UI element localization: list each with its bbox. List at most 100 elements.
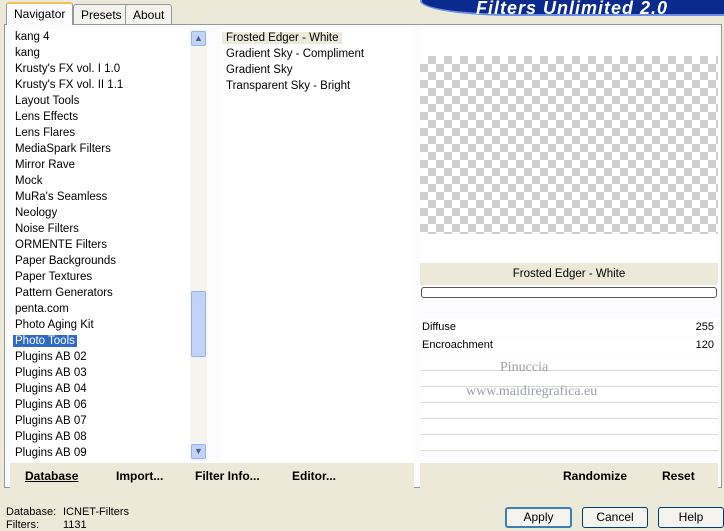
category-label: Paper Backgrounds [15, 255, 117, 267]
scroll-down-icon[interactable]: ▼ [191, 444, 206, 459]
param-slot-empty [420, 355, 718, 371]
category-label: Plugins AB 08 [15, 431, 87, 443]
status-database-value: ICNET-Filters [63, 506, 129, 518]
category-item[interactable]: Plugins AB 08 [12, 429, 190, 445]
param-encroachment[interactable]: Encroachment 120 [420, 337, 718, 354]
import-button[interactable]: Import... [116, 469, 163, 483]
category-label: Noise Filters [15, 223, 79, 235]
category-item[interactable]: Neology [12, 205, 190, 221]
category-item[interactable]: penta.com [12, 301, 190, 317]
category-item[interactable]: Photo Aging Kit [12, 317, 190, 333]
category-item[interactable]: MuRa's Seamless [12, 189, 190, 205]
category-item[interactable]: Layout Tools [12, 93, 190, 109]
category-list[interactable]: kang 4 kang Krusty's FX vol. I 1.0 Krusty's… [12, 29, 190, 461]
editor-button[interactable]: Editor... [292, 469, 336, 483]
category-label: Lens Effects [15, 111, 79, 123]
tab-label: Presets [81, 8, 122, 22]
filter-item[interactable]: Gradient Sky - Compliment [220, 46, 414, 62]
filter-item[interactable]: Gradient Sky [220, 62, 414, 78]
database-label: Database [25, 469, 79, 483]
category-item[interactable]: Paper Textures [12, 269, 190, 285]
category-item[interactable]: Krusty's FX vol. II 1.1 [12, 77, 190, 93]
category-item[interactable]: Plugins AB 09 [12, 445, 190, 461]
category-item[interactable]: Photo Tools [12, 333, 190, 349]
filter-item[interactable]: Transparent Sky - Bright [220, 78, 414, 94]
param-slot-empty [420, 435, 718, 451]
category-label: kang [15, 47, 40, 59]
category-item[interactable]: Krusty's FX vol. I 1.0 [12, 61, 190, 77]
filter-list[interactable]: Frosted Edger - White Gradient Sky - Comp… [220, 29, 414, 462]
category-label: Plugins AB 04 [15, 383, 87, 395]
category-label: Plugins AB 09 [15, 447, 87, 459]
status-filters-label: Filters: [6, 519, 39, 531]
param-value: 120 [695, 339, 714, 351]
database-button[interactable]: Database [25, 469, 78, 483]
scroll-up-icon[interactable]: ▲ [191, 31, 206, 46]
category-item[interactable]: Plugins AB 02 [12, 349, 190, 365]
category-label: Mirror Rave [15, 159, 76, 171]
category-item[interactable]: Plugins AB 04 [12, 381, 190, 397]
category-item[interactable]: Plugins AB 06 [12, 397, 190, 413]
param-diffuse[interactable]: Diffuse 255 [420, 319, 718, 336]
filter-label: Gradient Sky - Compliment [226, 48, 365, 60]
category-item[interactable]: Lens Effects [12, 109, 190, 125]
filter-label: Gradient Sky [226, 64, 293, 76]
category-label: ORMENTE Filters [15, 239, 107, 251]
category-item[interactable]: kang 4 [12, 29, 190, 45]
scroll-thumb[interactable] [191, 291, 206, 357]
category-label: kang 4 [15, 31, 50, 43]
tab-about[interactable]: About [125, 4, 173, 24]
tab-label: About [133, 8, 165, 22]
filter-item[interactable]: Frosted Edger - White [220, 30, 414, 46]
watermark-line1: Pinuccia [500, 360, 549, 375]
app-banner: Filters Unlimited 2.0 [420, 0, 724, 18]
category-item[interactable]: Mirror Rave [12, 157, 190, 173]
category-item[interactable]: Mock [12, 173, 190, 189]
category-label: Paper Textures [15, 271, 93, 283]
tab-navigator[interactable]: Navigator [6, 2, 74, 25]
category-label: penta.com [15, 303, 69, 315]
param-name: Encroachment [422, 339, 493, 351]
help-button[interactable]: Help [658, 507, 724, 528]
category-item[interactable]: Plugins AB 07 [12, 413, 190, 429]
preview-image [420, 56, 718, 234]
filter-info-button[interactable]: Filter Info... [195, 469, 260, 483]
category-label: MuRa's Seamless [15, 191, 108, 203]
import-label: Import... [116, 469, 164, 483]
category-label: Photo Aging Kit [15, 319, 94, 331]
app-title: Filters Unlimited 2.0 [476, 0, 669, 18]
category-scrollbar[interactable]: ▲ ▼ [190, 29, 207, 461]
filter-info-label: Filter Info... [195, 469, 260, 483]
category-label: Lens Flares [15, 127, 76, 139]
category-label: Pattern Generators [15, 287, 113, 299]
cancel-button[interactable]: Cancel [582, 507, 648, 528]
category-label: Plugins AB 03 [15, 367, 87, 379]
tab-presets[interactable]: Presets [73, 4, 130, 24]
category-item[interactable]: kang [12, 45, 190, 61]
editor-label: Editor... [292, 469, 337, 483]
category-item[interactable]: Paper Backgrounds [12, 253, 190, 269]
category-item[interactable]: ORMENTE Filters [12, 237, 190, 253]
category-label: Mock [15, 175, 43, 187]
status-filters-value: 1131 [63, 519, 87, 531]
category-item[interactable]: Plugins AB 03 [12, 365, 190, 381]
filter-label: Transparent Sky - Bright [226, 80, 351, 92]
param-slot-empty [420, 419, 718, 435]
category-label: Plugins AB 06 [15, 399, 87, 411]
apply-button[interactable]: Apply [505, 507, 572, 528]
category-item[interactable]: MediaSpark Filters [12, 141, 190, 157]
reset-button[interactable]: Reset [662, 469, 695, 483]
preview-filter-name: Frosted Edger - White [420, 263, 718, 285]
filter-label: Frosted Edger - White [222, 32, 343, 44]
param-name: Diffuse [422, 321, 457, 333]
category-label: MediaSpark Filters [15, 143, 111, 155]
category-label: Krusty's FX vol. I 1.0 [15, 63, 121, 75]
status-database-label: Database: [6, 506, 57, 518]
randomize-button[interactable]: Randomize [563, 469, 627, 483]
category-item[interactable]: Pattern Generators [12, 285, 190, 301]
category-item[interactable]: Lens Flares [12, 125, 190, 141]
category-label: Layout Tools [15, 95, 80, 107]
param-slot-empty [420, 403, 718, 419]
category-label: Krusty's FX vol. II 1.1 [15, 79, 124, 91]
category-item[interactable]: Noise Filters [12, 221, 190, 237]
